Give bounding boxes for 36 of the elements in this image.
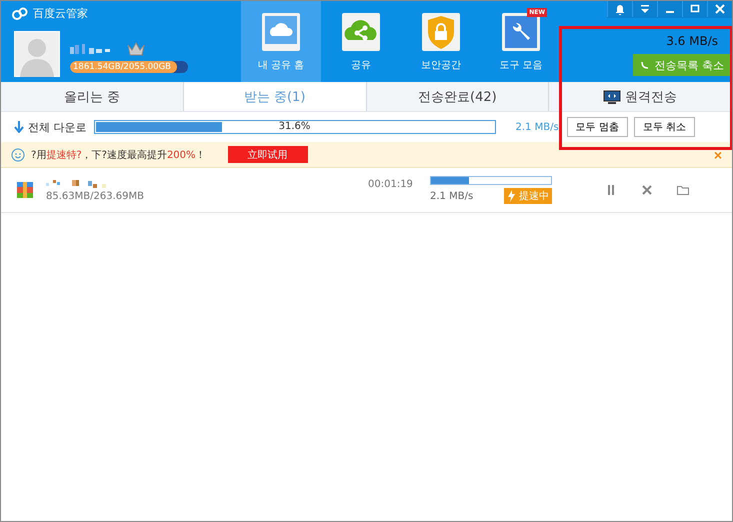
cloud-icon	[261, 12, 301, 52]
boost-badge: 提速中	[504, 188, 552, 204]
download-arrow-icon	[14, 121, 24, 133]
archive-file-icon	[16, 181, 34, 199]
overall-speed: 2.1 MB/s	[516, 122, 559, 132]
nav-tab[interactable]: 보안공간	[401, 1, 481, 82]
transfer-tab[interactable]: 원격전송	[549, 82, 732, 111]
lightning-icon	[507, 190, 516, 202]
lock-shield-icon	[421, 12, 461, 52]
share-icon	[341, 12, 381, 52]
action-button[interactable]: 모두 취소	[634, 117, 696, 137]
crown-icon	[126, 41, 146, 57]
handset-icon	[640, 61, 648, 69]
collapse-list-button[interactable]: 전송목록 축소	[632, 54, 732, 76]
storage-quota-bar: 1861.54GB/2055.00GB	[70, 61, 188, 73]
total-speed: 3.6 MB/s	[666, 34, 718, 48]
overall-label: 전체 다운로	[28, 120, 86, 134]
promo-text: ?用提速特?，下?速度最高提升200%！	[31, 148, 206, 162]
transfer-tab[interactable]: 전송완료(42)	[366, 82, 550, 111]
file-size: 85.63MB/263.69MB	[46, 191, 145, 202]
action-button[interactable]: 모두 멈춤	[566, 117, 628, 137]
window-title: 百度云管家	[33, 6, 88, 21]
pixelated-name-drawing	[70, 44, 112, 54]
nav-tab[interactable]: 내 공유 홈	[241, 1, 321, 82]
folder-icon[interactable]	[676, 183, 690, 197]
logo-icon	[11, 6, 29, 20]
file-speed: 2.1 MB/s	[430, 190, 474, 202]
overall-progress-bar: 31.6%	[94, 120, 496, 134]
try-now-button[interactable]: 立即试用	[228, 146, 308, 163]
nav-tab[interactable]: 공유	[321, 1, 401, 82]
transfer-tab[interactable]: 받는 중(1)	[184, 82, 366, 111]
smile-icon	[11, 148, 25, 162]
close-promo-button[interactable]: ×	[714, 146, 722, 162]
cancel-icon[interactable]	[640, 183, 654, 197]
monitor-icon	[603, 90, 622, 104]
remaining-time: 00:01:19	[368, 178, 414, 190]
